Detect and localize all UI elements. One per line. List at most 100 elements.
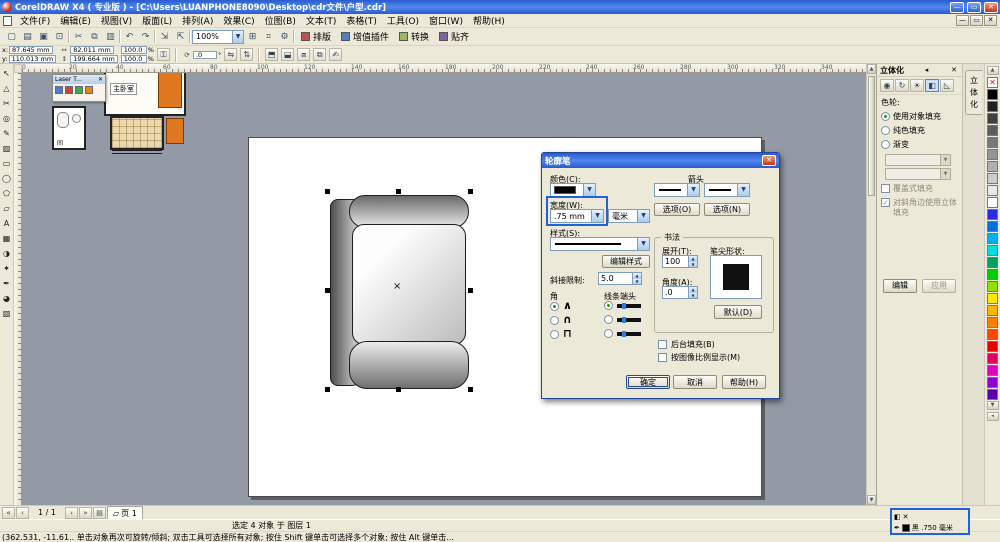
docker-radio-option[interactable]: 纯色填充: [877, 124, 962, 138]
extrude-light-icon[interactable]: ☀: [910, 79, 924, 92]
color-swatch[interactable]: [987, 269, 998, 280]
help-button[interactable]: 帮助(H): [722, 375, 766, 389]
object-y-field[interactable]: 110.013 mm: [8, 55, 57, 63]
menu-item[interactable]: 文本(T): [301, 14, 342, 27]
selection-handle[interactable]: [468, 189, 473, 194]
eyedropper-tool[interactable]: ✦: [0, 261, 13, 276]
scale-with-image-checkbox[interactable]: 按图像比例显示(M): [658, 352, 740, 363]
ellipse-tool[interactable]: ◯: [0, 171, 13, 186]
color-swatch[interactable]: [987, 125, 998, 136]
import-icon[interactable]: ⇲: [157, 29, 172, 44]
scroll-up-icon[interactable]: ▲: [867, 64, 876, 74]
to-front-icon[interactable]: ⬒: [265, 48, 279, 61]
spin-down-icon[interactable]: ▼: [633, 278, 641, 284]
table-tool[interactable]: ▦: [0, 231, 13, 246]
separator[interactable]: [154, 30, 156, 43]
chevron-down-icon[interactable]: ▼: [637, 210, 649, 222]
chevron-down-icon[interactable]: ▼: [687, 184, 699, 196]
docker-radio-option[interactable]: 渐变: [877, 138, 962, 152]
laser-tools-mini-window[interactable]: Laser T... ✕: [52, 74, 106, 102]
lock-ratio-icon[interactable]: ⚿: [156, 48, 170, 61]
object-width-field[interactable]: 82.011 mm: [70, 46, 114, 54]
menu-item[interactable]: 版面(L): [137, 14, 177, 27]
chevron-down-icon[interactable]: ▼: [737, 184, 749, 196]
menu-item[interactable]: 窗口(W): [424, 14, 468, 27]
sofa-armrest-bottom-shape[interactable]: [349, 341, 469, 389]
color-swatch[interactable]: [987, 113, 998, 124]
scale-x-field[interactable]: 100.0: [120, 46, 147, 54]
ruler-origin[interactable]: [14, 64, 22, 73]
checkbox-icon[interactable]: ✓: [881, 198, 890, 207]
open-icon[interactable]: ▤: [20, 29, 35, 44]
color-swatch[interactable]: [987, 233, 998, 244]
sofa-seat-shape[interactable]: [352, 224, 466, 345]
laser-tool-icon[interactable]: [75, 86, 83, 94]
color-swatch[interactable]: [987, 365, 998, 376]
zoom-level-combo[interactable]: 100% ▼: [192, 29, 244, 44]
menu-item[interactable]: 文件(F): [15, 14, 55, 27]
text-tool[interactable]: A: [0, 216, 13, 231]
chevron-down-icon[interactable]: ▼: [591, 210, 603, 222]
selection-handle[interactable]: [325, 387, 330, 392]
shape-tool[interactable]: △: [0, 81, 13, 96]
mdi-restore-button[interactable]: ▭: [970, 15, 983, 26]
docker-flyout-icon[interactable]: ◂: [922, 66, 932, 74]
toolbar-text-button[interactable]: 转换: [394, 29, 434, 45]
color-swatch[interactable]: [987, 317, 998, 328]
chevron-down-icon[interactable]: ▼: [583, 184, 595, 196]
arrow-end-combo[interactable]: ▼: [704, 183, 750, 197]
line-cap-option[interactable]: [604, 329, 641, 338]
separator[interactable]: [119, 30, 121, 43]
scroll-down-icon[interactable]: ▼: [867, 495, 876, 505]
pick-tool[interactable]: ↖: [0, 66, 13, 81]
checkbox-icon[interactable]: [658, 340, 667, 349]
color-swatch[interactable]: [987, 89, 998, 100]
new-document-icon[interactable]: ▢: [4, 29, 19, 44]
restore-button[interactable]: ▭: [967, 1, 981, 13]
arrow-options-right-button[interactable]: 选项(N): [704, 203, 750, 216]
corner-option[interactable]: ⊓: [550, 328, 572, 339]
menu-item[interactable]: 帮助(H): [468, 14, 510, 27]
arrow-start-combo[interactable]: ▼: [654, 183, 700, 197]
line-cap-option[interactable]: [604, 301, 641, 310]
last-page-icon[interactable]: »: [79, 506, 92, 519]
print-icon[interactable]: ⊡: [52, 29, 67, 44]
basic-shapes-tool[interactable]: ▱: [0, 201, 13, 216]
add-page-icon[interactable]: ▤: [93, 506, 106, 519]
color-swatch[interactable]: [987, 257, 998, 268]
docker-checkbox-option[interactable]: ✓ 对斜角边使用立体填充: [877, 196, 962, 220]
toolbar-text-button[interactable]: 排版: [296, 29, 336, 45]
horizontal-ruler[interactable]: 0 20 40 60 80 100 120 140 160 180 200 220 240 260 280 3…: [22, 64, 866, 73]
menu-item[interactable]: 位图(B): [260, 14, 301, 27]
extrude-rotation-icon[interactable]: ↻: [895, 79, 909, 92]
palette-scroll-down-icon[interactable]: ▼: [986, 401, 999, 410]
selection-handle[interactable]: [325, 189, 330, 194]
color-swatch[interactable]: [987, 221, 998, 232]
selection-handle[interactable]: [325, 288, 330, 293]
dialog-close-button[interactable]: ✕: [762, 155, 776, 166]
blend-tool[interactable]: ◑: [0, 246, 13, 261]
cancel-button[interactable]: 取消: [673, 375, 717, 389]
polygon-tool[interactable]: ⬠: [0, 186, 13, 201]
line-cap-option[interactable]: [604, 315, 641, 324]
color-swatch[interactable]: [987, 377, 998, 388]
zoom-tool[interactable]: ◎: [0, 111, 13, 126]
docker-radio-option[interactable]: 使用对象填充: [877, 110, 962, 124]
selection-handle[interactable]: [396, 189, 401, 194]
color-swatch[interactable]: [987, 197, 998, 208]
color-swatch[interactable]: [987, 329, 998, 340]
menu-item[interactable]: 效果(C): [218, 14, 259, 27]
menu-item[interactable]: 排列(A): [177, 14, 218, 27]
smart-fill-tool[interactable]: ▨: [0, 141, 13, 156]
object-height-field[interactable]: 199.664 mm: [70, 55, 118, 63]
mdi-minimize-button[interactable]: —: [956, 15, 969, 26]
radio-icon[interactable]: [550, 329, 559, 339]
mirror-horizontal-icon[interactable]: ⇋: [224, 48, 238, 61]
color-swatch[interactable]: [987, 305, 998, 316]
paste-icon[interactable]: ▥: [103, 29, 118, 44]
scale-y-field[interactable]: 100.0: [120, 55, 147, 63]
vertical-ruler[interactable]: [14, 73, 22, 505]
freehand-tool[interactable]: ✎: [0, 126, 13, 141]
menu-item[interactable]: 工具(O): [382, 14, 424, 27]
laser-tool-icon[interactable]: [85, 86, 93, 94]
